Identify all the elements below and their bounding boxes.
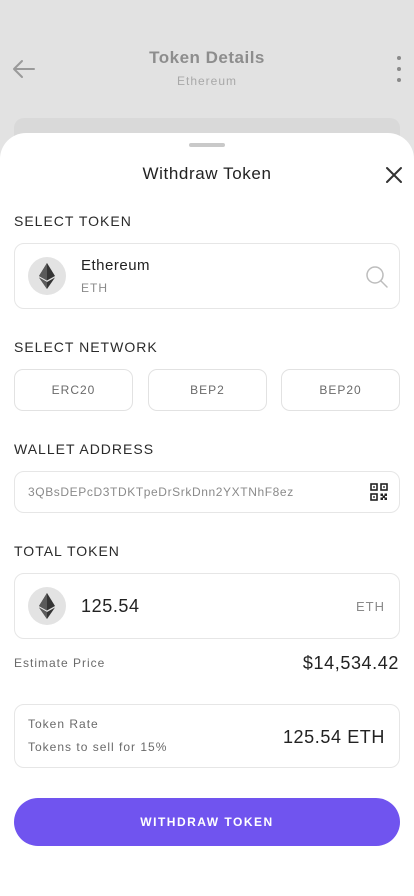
total-token-label: TOTAL TOKEN [14,543,120,559]
qr-code-icon[interactable] [370,483,388,501]
ethereum-icon [28,587,66,625]
background-page-title: Token Details [149,48,265,67]
network-option-bep20[interactable]: BEP20 [281,369,400,411]
ethereum-icon [28,257,66,295]
network-option-bep2[interactable]: BEP2 [148,369,267,411]
close-icon[interactable] [384,165,404,185]
token-rate-value: 125.54 ETH [282,727,385,747]
total-token-field[interactable]: 125.54 ETH [14,573,400,639]
token-symbol: ETH [81,281,108,295]
token-rate-label: Token Rate [28,717,99,731]
select-network-label: SELECT NETWORK [14,339,158,355]
sheet-title: Withdraw Token [142,164,272,183]
wallet-address-field[interactable]: 3QBsDEPcD3TDKTpeDrSrkDnn2YXTNhF8ez [14,471,400,513]
search-icon[interactable] [365,265,389,289]
more-vertical-icon[interactable] [392,56,406,82]
wallet-address-label: WALLET ADDRESS [14,441,155,457]
network-option-erc20[interactable]: ERC20 [14,369,133,411]
withdraw-sheet: Withdraw Token SELECT TOKEN Ethereum ETH… [0,133,414,896]
sheet-drag-handle[interactable] [189,143,225,147]
token-selector[interactable]: Ethereum ETH [14,243,400,309]
estimate-price-label: Estimate Price [14,656,106,670]
background-page-subtitle: Ethereum [176,74,238,88]
token-name: Ethereum [81,257,151,274]
total-token-amount: 125.54 [81,596,140,616]
estimate-price-value: $14,534.42 [302,653,399,673]
select-token-label: SELECT TOKEN [14,213,132,229]
token-rate-subtitle: Tokens to sell for 15% [28,740,168,754]
wallet-address-value: 3QBsDEPcD3TDKTpeDrSrkDnn2YXTNhF8ez [28,485,294,499]
withdraw-token-button[interactable]: WITHDRAW TOKEN [14,798,400,846]
token-rate-card: Token Rate Tokens to sell for 15% 125.54… [14,704,400,768]
total-token-unit: ETH [356,599,385,614]
